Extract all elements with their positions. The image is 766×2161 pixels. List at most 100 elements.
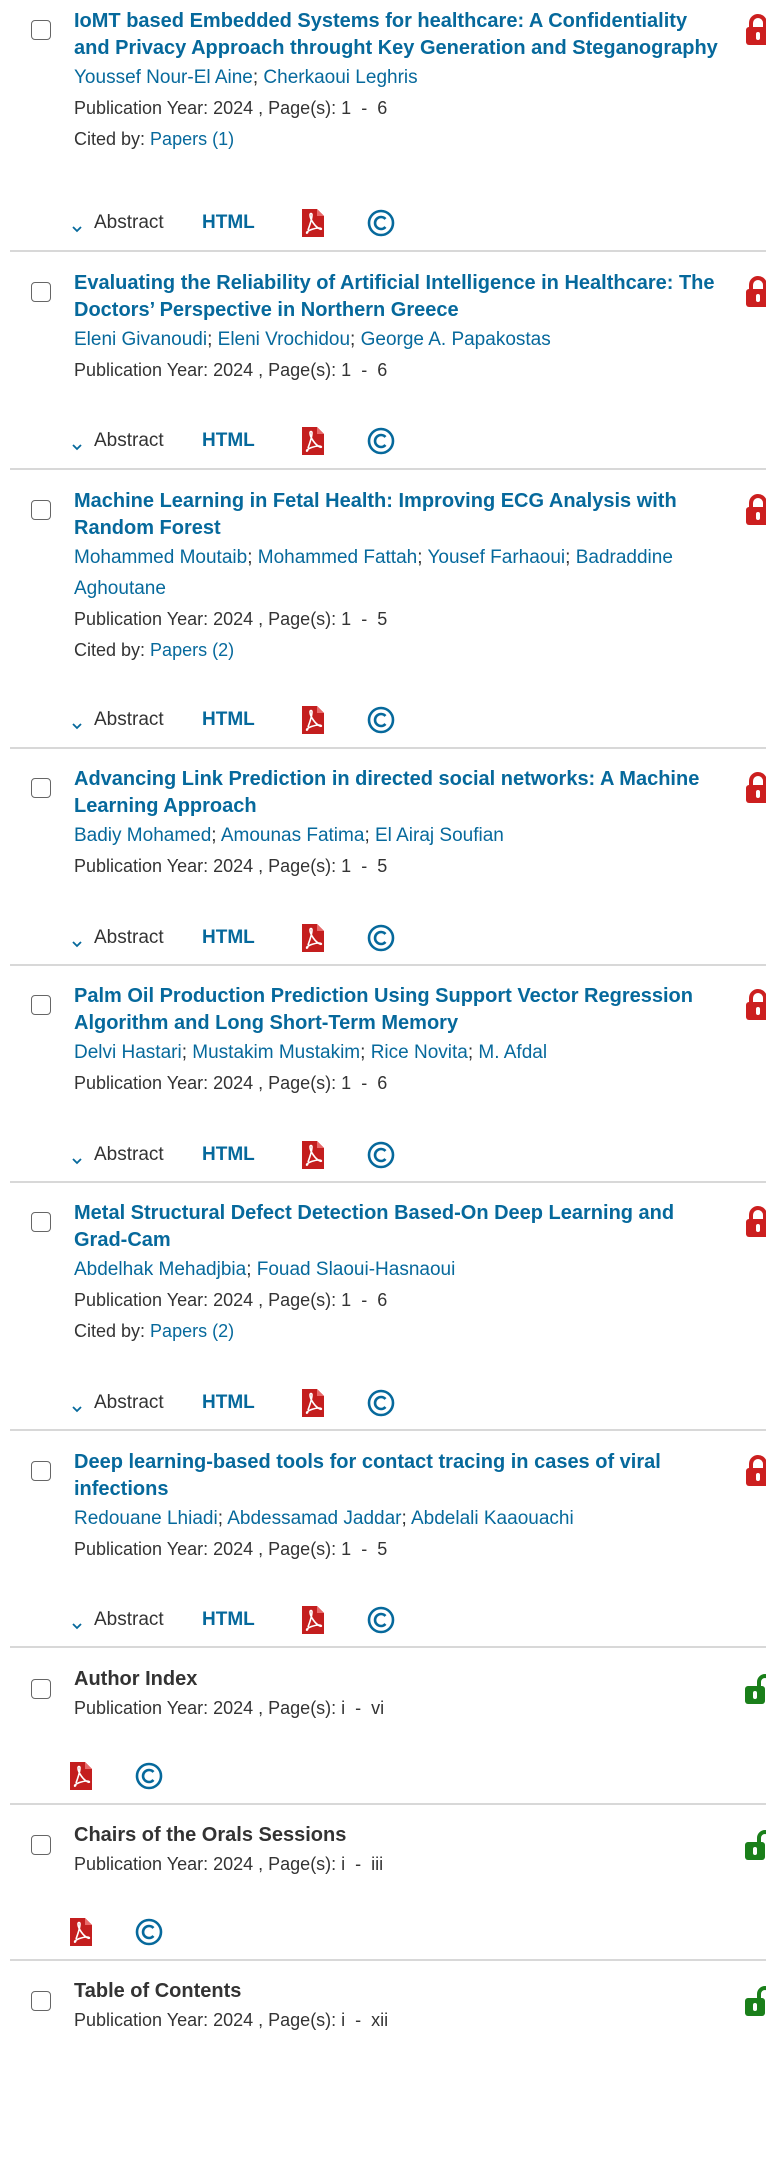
select-checkbox[interactable]: [31, 995, 51, 1015]
select-checkbox[interactable]: [31, 1461, 51, 1481]
author-link[interactable]: Eleni Vrochidou: [218, 329, 350, 350]
result-title-link[interactable]: Table of Contents: [74, 1978, 726, 2005]
html-link[interactable]: HTML: [202, 1144, 300, 1166]
result-content: Palm Oil Production Prediction Using Sup…: [74, 983, 726, 1099]
html-link[interactable]: HTML: [202, 212, 300, 234]
copyright-icon[interactable]: [366, 1388, 396, 1418]
result-item: Advancing Link Prediction in directed so…: [10, 749, 766, 966]
author-link[interactable]: El Airaj Soufian: [375, 825, 504, 846]
abstract-toggle[interactable]: Abstract: [68, 927, 202, 949]
result-title-link[interactable]: Chairs of the Orals Sessions: [74, 1822, 726, 1849]
copyright-icon[interactable]: [134, 1761, 164, 1791]
select-checkbox[interactable]: [31, 1679, 51, 1699]
abstract-toggle[interactable]: Abstract: [68, 1609, 202, 1631]
copyright-icon[interactable]: [366, 208, 396, 238]
author-link[interactable]: Rice Novita: [371, 1042, 468, 1063]
pdf-icon[interactable]: [300, 426, 326, 456]
result-title-link[interactable]: Advancing Link Prediction in directed so…: [74, 766, 726, 820]
copyright-icon[interactable]: [366, 1605, 396, 1635]
copyright-icon[interactable]: [366, 923, 396, 953]
result-title-link[interactable]: Evaluating the Reliability of Artificial…: [74, 270, 726, 324]
publication-meta: Publication Year: 2024 , Page(s): 1 - 6: [74, 1073, 388, 1093]
select-checkbox[interactable]: [31, 778, 51, 798]
author-link[interactable]: Yousef Farhaoui: [427, 547, 565, 568]
author-link[interactable]: George A. Papakostas: [361, 329, 551, 350]
author-link[interactable]: Abdelali Kaaouachi: [411, 1508, 574, 1529]
html-link[interactable]: HTML: [202, 1392, 300, 1414]
select-checkbox[interactable]: [31, 1991, 51, 2011]
cited-by-papers-link[interactable]: Papers (2): [150, 640, 234, 660]
html-link[interactable]: HTML: [202, 430, 300, 452]
author-link[interactable]: Delvi Hastari: [74, 1042, 182, 1063]
chevron-down-icon: [72, 436, 82, 451]
pdf-icon[interactable]: [300, 705, 326, 735]
pdf-icon[interactable]: [300, 1605, 326, 1635]
result-title-link[interactable]: Deep learning-based tools for contact tr…: [74, 1449, 726, 1503]
author-list: Eleni Givanoudi; Eleni Vrochidou; George…: [74, 329, 551, 350]
author-link[interactable]: Youssef Nour-El Aine: [74, 67, 253, 88]
html-link[interactable]: HTML: [202, 709, 300, 731]
chevron-down-icon: [72, 1398, 82, 1413]
cited-by-papers-link[interactable]: Papers (2): [150, 1321, 234, 1341]
select-checkbox[interactable]: [31, 500, 51, 520]
cited-by: Cited by: Papers (1): [74, 124, 726, 155]
author-link[interactable]: Abdelhak Mehadjbia: [74, 1259, 246, 1280]
author-link[interactable]: Eleni Givanoudi: [74, 329, 207, 350]
select-checkbox[interactable]: [31, 1835, 51, 1855]
locked-icon: [743, 1206, 766, 1238]
result-actions: Abstract HTML: [68, 1602, 396, 1638]
result-actions: Abstract HTML: [68, 1137, 396, 1173]
result-item: Evaluating the Reliability of Artificial…: [10, 252, 766, 470]
author-link[interactable]: Mustakim Mustakim: [192, 1042, 360, 1063]
abstract-toggle[interactable]: Abstract: [68, 1392, 202, 1414]
author-link[interactable]: Amounas Fatima: [221, 825, 365, 846]
select-checkbox[interactable]: [31, 20, 51, 40]
cited-by-papers-link[interactable]: Papers (1): [150, 129, 234, 149]
pdf-icon[interactable]: [68, 1917, 94, 1947]
result-title-link[interactable]: Metal Structural Defect Detection Based-…: [74, 1200, 726, 1254]
author-list: Badiy Mohamed; Amounas Fatima; El Airaj …: [74, 825, 504, 846]
author-link[interactable]: Fouad Slaoui-Hasnaoui: [257, 1259, 456, 1280]
abstract-toggle[interactable]: Abstract: [68, 212, 202, 234]
author-link[interactable]: Mohammed Fattah: [258, 547, 417, 568]
author-link[interactable]: Abdessamad Jaddar: [227, 1508, 401, 1529]
chevron-down-icon: [72, 715, 82, 730]
abstract-toggle[interactable]: Abstract: [68, 709, 202, 731]
pdf-icon[interactable]: [68, 1761, 94, 1791]
pdf-icon[interactable]: [300, 1140, 326, 1170]
abstract-toggle[interactable]: Abstract: [68, 430, 202, 452]
result-actions: [68, 1758, 164, 1794]
result-item: Author Index Publication Year: 2024 , Pag…: [10, 1648, 766, 1805]
author-link[interactable]: Redouane Lhiadi: [74, 1508, 218, 1529]
chevron-down-icon: [72, 1615, 82, 1630]
author-list: Abdelhak Mehadjbia; Fouad Slaoui-Hasnaou…: [74, 1259, 456, 1280]
result-title-link[interactable]: IoMT based Embedded Systems for healthca…: [74, 8, 726, 62]
pdf-icon[interactable]: [300, 208, 326, 238]
html-link[interactable]: HTML: [202, 1609, 300, 1631]
result-title-link[interactable]: Author Index: [74, 1666, 726, 1693]
select-checkbox[interactable]: [31, 282, 51, 302]
result-actions: Abstract HTML: [68, 423, 396, 459]
result-title-link[interactable]: Palm Oil Production Prediction Using Sup…: [74, 983, 726, 1037]
author-link[interactable]: M. Afdal: [478, 1042, 547, 1063]
copyright-icon[interactable]: [366, 1140, 396, 1170]
result-content: Advancing Link Prediction in directed so…: [74, 766, 726, 882]
abstract-label: Abstract: [94, 927, 164, 948]
select-checkbox[interactable]: [31, 1212, 51, 1232]
result-content: Metal Structural Defect Detection Based-…: [74, 1200, 726, 1347]
locked-icon: [743, 1455, 766, 1487]
html-link[interactable]: HTML: [202, 927, 300, 949]
abstract-toggle[interactable]: Abstract: [68, 1144, 202, 1166]
author-link[interactable]: Mohammed Moutaib: [74, 547, 247, 568]
copyright-icon[interactable]: [366, 426, 396, 456]
author-link[interactable]: Cherkaoui Leghris: [263, 67, 417, 88]
pdf-icon[interactable]: [300, 923, 326, 953]
author-link[interactable]: Badiy Mohamed: [74, 825, 211, 846]
result-title-link[interactable]: Machine Learning in Fetal Health: Improv…: [74, 488, 726, 542]
result-actions: Abstract HTML: [68, 205, 396, 241]
copyright-icon[interactable]: [366, 705, 396, 735]
result-content: Deep learning-based tools for contact tr…: [74, 1449, 726, 1565]
abstract-label: Abstract: [94, 1392, 164, 1413]
copyright-icon[interactable]: [134, 1917, 164, 1947]
pdf-icon[interactable]: [300, 1388, 326, 1418]
